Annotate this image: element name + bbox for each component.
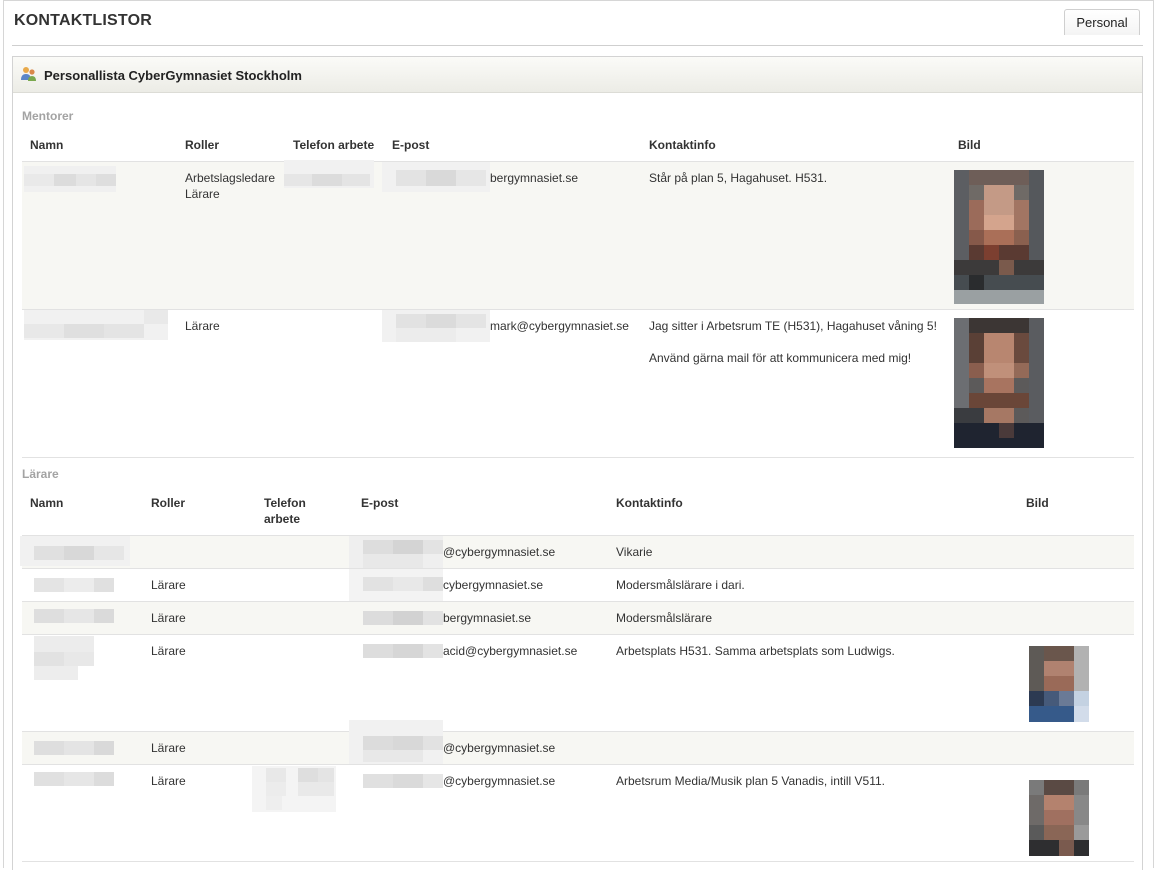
table-row [22,602,1134,634]
phone-redacted [252,766,336,812]
column-header-telefon: Telefon [264,496,306,510]
column-header-namn: Namn [30,496,64,510]
email-redacted [349,636,443,666]
column-header-bild: Bild [1026,496,1049,510]
section-divider [22,457,1134,458]
column-header-roller: Roller [185,138,220,152]
email-redacted [382,162,490,192]
email-redacted [349,766,443,796]
tab-personal[interactable]: Personal [1064,9,1140,35]
role-cell: Lärare [151,741,186,755]
staff-photo [1029,646,1089,722]
role-cell: Lärare [185,319,220,333]
people-icon [21,67,36,81]
role-cell: Lärare [151,611,186,625]
role-cell: Lärare [151,774,186,788]
role-cell: Lärare [151,644,186,658]
role-cell: Lärare [185,187,220,201]
column-header-telefon: Telefon arbete [293,138,375,152]
contact-info-cell: Jag sitter i Arbetsrum TE (H531), Hagahu… [649,319,937,333]
contact-info-cell: Arbetsrum Media/Musik plan 5 Vanadis, in… [616,774,886,788]
table-row [22,732,1134,764]
contact-info-cell: Står på plan 5, Hagahuset. H531. [649,171,828,185]
column-header-kontaktinfo: Kontaktinfo [649,138,716,152]
email-cell[interactable]: @cybergymnasiet.se [443,773,555,789]
email-redacted [349,603,443,633]
contact-info-cell: Vikarie [616,545,653,559]
email-redacted [382,310,490,342]
phone-redacted [284,160,374,188]
section-label-larare: Lärare [22,467,59,481]
role-cell: Lärare [151,578,186,592]
contact-info-cell: Modersmålslärare i dari. [616,578,745,592]
name-redacted [20,733,130,761]
row-divider [22,764,1134,765]
name-redacted [20,636,100,682]
name-redacted [20,766,130,794]
page-title: KONTAKTLISTOR [14,12,152,29]
email-cell[interactable]: bergymnasiet.se [443,610,531,626]
name-redacted [20,536,130,566]
row-divider [22,861,1134,862]
section-label-mentorer: Mentorer [22,109,74,123]
contact-info-cell: Arbetsplats H531. Samma arbetsplats som … [616,644,895,658]
row-divider [22,634,1134,635]
email-cell[interactable]: mark@cybergymnasiet.se [490,318,629,334]
name-redacted [24,166,116,192]
column-header-roller: Roller [151,496,186,510]
name-redacted [20,603,130,631]
email-redacted [349,720,443,764]
title-divider [12,45,1143,46]
staff-photo [1029,780,1089,856]
column-header-namn: Namn [30,138,64,152]
email-cell[interactable]: bergymnasiet.se [490,170,578,186]
column-header-epost: E-post [361,496,399,510]
row-divider [22,568,1134,569]
staff-photo [954,318,1044,448]
email-redacted [349,536,443,568]
contact-info-cell: Använd gärna mail för att kommunicera me… [649,351,912,365]
column-header-bild: Bild [958,138,981,152]
email-cell[interactable]: @cybergymnasiet.se [443,740,555,756]
email-cell[interactable]: cybergymnasiet.se [443,577,543,593]
panel-title: Personallista CyberGymnasiet Stockholm [44,68,302,83]
column-header-epost: E-post [392,138,430,152]
role-cell: Arbetslagsledare [185,171,276,185]
email-cell[interactable]: acid@cybergymnasiet.se [443,643,577,659]
name-redacted [24,310,168,340]
staff-photo [954,170,1044,304]
contact-info-cell: Modersmålslärare [616,611,713,625]
row-divider [22,309,1134,310]
column-header-telefon-line2: arbete [264,512,301,526]
name-redacted [20,570,130,600]
email-redacted [349,569,443,601]
table-row [22,536,1134,568]
column-header-kontaktinfo: Kontaktinfo [616,496,683,510]
email-cell[interactable]: @cybergymnasiet.se [443,544,555,560]
